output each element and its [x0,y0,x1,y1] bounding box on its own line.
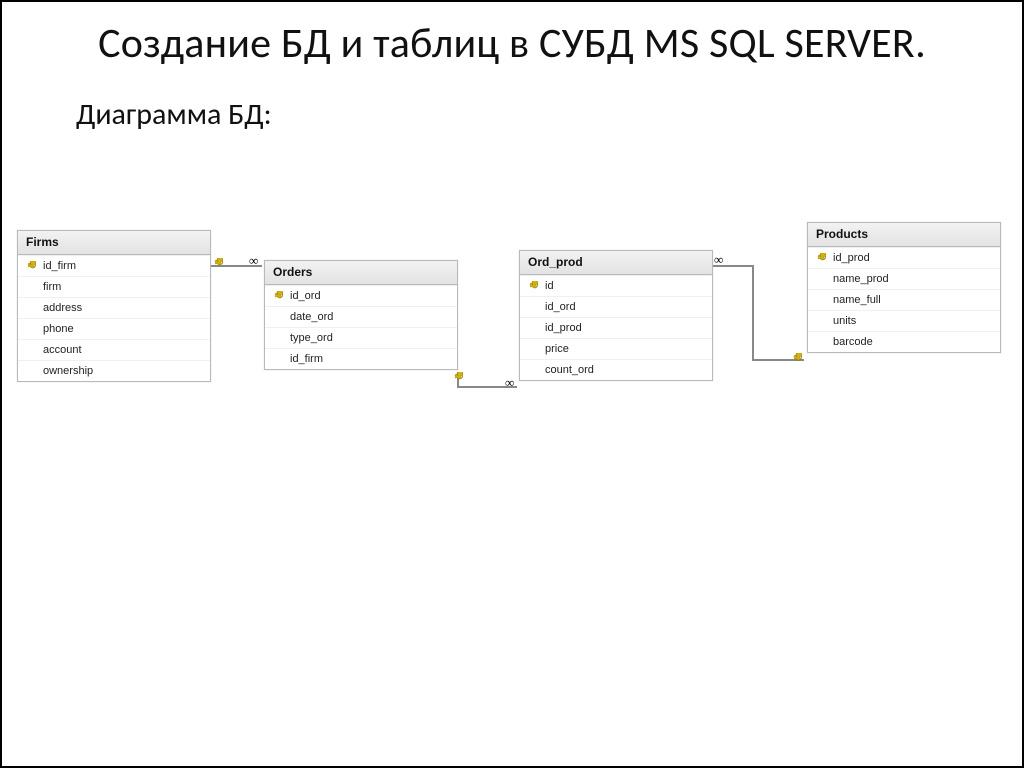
table-column-row[interactable]: account [18,339,210,360]
column-name: phone [43,323,203,335]
column-icon [815,336,827,348]
table-column-row[interactable]: id_prod [808,247,1000,268]
column-icon [527,343,539,355]
column-name: id_firm [290,353,450,365]
column-name: id [545,280,705,292]
column-name: id_ord [545,301,705,313]
table-column-row[interactable]: price [520,338,712,359]
column-name: barcode [833,336,993,348]
key-endpoint-icon [792,353,803,364]
primary-key-icon [815,252,827,264]
table-column-row[interactable]: id_ord [265,285,457,306]
column-icon [25,323,37,335]
primary-key-icon [527,280,539,292]
column-name: firm [43,281,203,293]
table-column-row[interactable]: name_prod [808,268,1000,289]
column-name: name_prod [833,273,993,285]
column-name: type_ord [290,332,450,344]
table-column-row[interactable]: count_ord [520,359,712,380]
column-name: id_prod [833,252,993,264]
infinity-endpoint-icon: ∞ [505,378,514,388]
column-icon [25,302,37,314]
column-icon [815,273,827,285]
column-icon [25,281,37,293]
table-column-row[interactable]: id_firm [265,348,457,369]
column-name: id_firm [43,260,203,272]
column-icon [25,344,37,356]
table-column-row[interactable]: date_ord [265,306,457,327]
slide: Создание БД и таблиц в СУБД MS SQL SERVE… [0,0,1024,768]
table-orders[interactable]: Orders id_ord date_ord type_ord id_firm [264,260,458,370]
column-name: date_ord [290,311,450,323]
table-column-row[interactable]: barcode [808,331,1000,352]
key-endpoint-icon [213,258,224,269]
table-column-row[interactable]: address [18,297,210,318]
column-name: ownership [43,365,203,377]
table-column-row[interactable]: firm [18,276,210,297]
table-header: Products [808,223,1000,247]
column-icon [527,322,539,334]
column-name: units [833,315,993,327]
table-header: Firms [18,231,210,255]
table-column-row[interactable]: id_prod [520,317,712,338]
table-column-row[interactable]: id_firm [18,255,210,276]
table-column-row[interactable]: ownership [18,360,210,381]
key-endpoint-icon [453,372,464,383]
column-icon [527,301,539,313]
table-column-row[interactable]: id_ord [520,296,712,317]
primary-key-icon [272,290,284,302]
column-name: account [43,344,203,356]
table-column-row[interactable]: type_ord [265,327,457,348]
table-column-row[interactable]: id [520,275,712,296]
primary-key-icon [25,260,37,272]
infinity-endpoint-icon: ∞ [714,255,723,265]
infinity-endpoint-icon: ∞ [249,256,258,266]
diagram-canvas: Firms id_firmfirmaddressphoneaccountowne… [17,222,1007,452]
column-name: id_ord [290,290,450,302]
table-header: Ord_prod [520,251,712,275]
column-name: price [545,343,705,355]
column-name: address [43,302,203,314]
table-header: Orders [265,261,457,285]
slide-title: Создание БД и таблиц в СУБД MS SQL SERVE… [2,20,1022,68]
column-icon [527,364,539,376]
column-name: count_ord [545,364,705,376]
column-name: id_prod [545,322,705,334]
table-column-row[interactable]: phone [18,318,210,339]
table-products[interactable]: Products id_prod name_prod name_fullunits b… [807,222,1001,353]
table-column-row[interactable]: name_full [808,289,1000,310]
table-ord-prod[interactable]: Ord_prod id id_ord id_prodprice count_ord [519,250,713,381]
column-icon [815,315,827,327]
column-icon [272,332,284,344]
column-icon [25,365,37,377]
table-firms[interactable]: Firms id_firmfirm address phone account owne… [17,230,211,382]
table-column-row[interactable]: units [808,310,1000,331]
column-icon [272,311,284,323]
column-icon [815,294,827,306]
column-icon [272,353,284,365]
slide-subtitle: Диаграмма БД: [76,96,1022,133]
column-name: name_full [833,294,993,306]
